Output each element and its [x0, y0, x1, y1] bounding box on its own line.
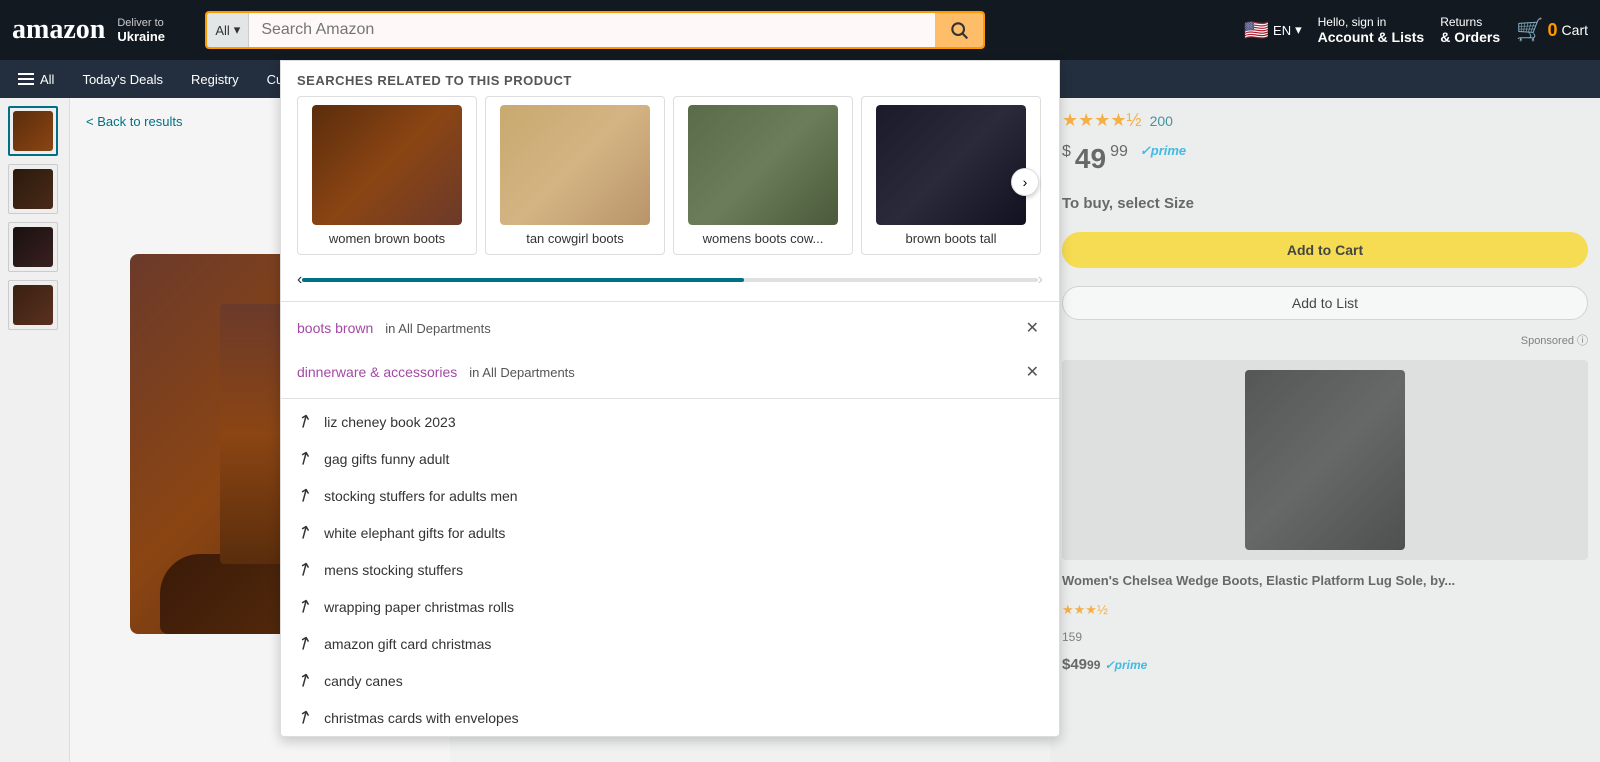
deliver-to[interactable]: Deliver to Ukraine	[117, 17, 197, 44]
trending-item-1[interactable]: ↗ liz cheney book 2023	[281, 403, 1059, 440]
trending-arrow-icon-7: ↗	[293, 631, 317, 657]
add-to-cart-button[interactable]: Add to Cart	[1062, 232, 1588, 268]
amazon-logo[interactable]: amazon	[12, 14, 105, 46]
trending-arrow-icon-1: ↗	[293, 409, 317, 435]
recent-search-dept-1: in All Departments	[385, 321, 491, 336]
trending-label-5: mens stocking stuffers	[324, 562, 463, 578]
related-label-2: tan cowgirl boots	[526, 231, 624, 246]
recent-search-label-1: boots brown	[297, 320, 373, 336]
trending-arrow-icon-8: ↗	[293, 668, 317, 694]
trending-label-1: liz cheney book 2023	[324, 414, 456, 430]
recent-search-left-1: boots brown in All Departments	[297, 320, 491, 336]
divider-2	[281, 398, 1059, 399]
recommended-product-title[interactable]: Women's Chelsea Wedge Boots, Elastic Pla…	[1062, 572, 1588, 590]
recent-search-dept-2: in All Departments	[469, 365, 575, 380]
search-input[interactable]	[249, 13, 935, 47]
navbar-registry[interactable]: Registry	[185, 68, 245, 91]
size-selection-prompt: To buy, select Size	[1062, 195, 1588, 212]
trending-label-8: candy canes	[324, 673, 403, 689]
recent-search-1[interactable]: boots brown in All Departments ✕	[281, 306, 1059, 350]
cart-link[interactable]: 🛒 0 Cart	[1516, 17, 1588, 43]
thumbnail-3[interactable]	[8, 222, 58, 272]
header: amazon Deliver to Ukraine All ▾ 🇺🇸 EN ▾ …	[0, 0, 1600, 60]
tan-boot-image	[500, 105, 650, 225]
trending-item-7[interactable]: ↗ amazon gift card christmas	[281, 625, 1059, 662]
trending-arrow-icon-9: ↗	[293, 705, 317, 731]
related-product-1[interactable]: women brown boots	[297, 96, 477, 255]
related-product-2[interactable]: tan cowgirl boots	[485, 96, 665, 255]
account-link[interactable]: Hello, sign in Account & Lists	[1318, 15, 1425, 45]
chelsea-boot-image	[1245, 370, 1405, 550]
scroll-right-button[interactable]: ›	[1011, 168, 1039, 196]
trending-item-8[interactable]: ↗ candy canes	[281, 662, 1059, 699]
trending-label-6: wrapping paper christmas rolls	[324, 599, 514, 615]
related-label-1: women brown boots	[329, 231, 445, 246]
progress-fill	[302, 278, 743, 282]
trending-item-2[interactable]: ↗ gag gifts funny adult	[281, 440, 1059, 477]
rating-row: ★★★★½ 200	[1062, 110, 1588, 131]
tall-boot-image	[876, 105, 1026, 225]
all-menu-button[interactable]: All	[12, 68, 60, 91]
trending-label-7: amazon gift card christmas	[324, 636, 491, 652]
recent-search-2[interactable]: dinnerware & accessories in All Departme…	[281, 350, 1059, 394]
product-thumbnails	[0, 98, 70, 762]
trending-item-3[interactable]: ↗ stocking stuffers for adults men	[281, 477, 1059, 514]
trending-label-3: stocking stuffers for adults men	[324, 488, 518, 504]
search-button[interactable]	[935, 13, 983, 47]
returns-orders-link[interactable]: Returns & Orders	[1440, 15, 1500, 45]
thumbnail-1[interactable]	[8, 106, 58, 156]
trending-arrow-icon-5: ↗	[293, 557, 317, 583]
brown-boot-image	[312, 105, 462, 225]
related-img-2	[500, 105, 650, 225]
related-label-3: womens boots cow...	[703, 231, 824, 246]
right-panel: ★★★★½ 200 $ 49 99 ✓prime To buy, select …	[1050, 98, 1600, 762]
search-dropdown: SEARCHES RELATED TO THIS PRODUCT women b…	[280, 60, 1060, 737]
scroll-progress-bar: ‹ ›	[281, 267, 1059, 297]
scroll-right-arrow[interactable]: ›	[1038, 271, 1043, 289]
add-to-list-button[interactable]: Add to List	[1062, 286, 1588, 320]
dropdown-header: SEARCHES RELATED TO THIS PRODUCT	[281, 61, 1059, 96]
related-img-4	[876, 105, 1026, 225]
rec-star-rating: ★★★½	[1062, 602, 1588, 618]
trending-label-9: christmas cards with envelopes	[324, 710, 519, 726]
related-label-4: brown boots tall	[905, 231, 996, 246]
navbar-today-deals[interactable]: Today's Deals	[76, 68, 169, 91]
trending-item-5[interactable]: ↗ mens stocking stuffers	[281, 551, 1059, 588]
search-category-select[interactable]: All ▾	[207, 13, 249, 47]
header-right: 🇺🇸 EN ▾ Hello, sign in Account & Lists R…	[1244, 15, 1588, 45]
search-bar: All ▾	[205, 11, 985, 49]
thumbnail-2[interactable]	[8, 164, 58, 214]
trending-arrow-icon-4: ↗	[293, 520, 317, 546]
progress-bar	[302, 278, 1037, 282]
trending-arrow-icon-2: ↗	[293, 446, 317, 472]
language-selector[interactable]: 🇺🇸 EN ▾	[1244, 18, 1302, 43]
trending-label-2: gag gifts funny adult	[324, 451, 449, 467]
related-img-1	[312, 105, 462, 225]
trending-item-9[interactable]: ↗ christmas cards with envelopes	[281, 699, 1059, 736]
review-count[interactable]: 200	[1150, 113, 1173, 129]
related-product-3[interactable]: womens boots cow...	[673, 96, 853, 255]
sponsored-label: Sponsored ⓘ	[1062, 332, 1588, 348]
related-img-3	[688, 105, 838, 225]
hamburger-icon	[18, 73, 34, 85]
trending-label-4: white elephant gifts for adults	[324, 525, 505, 541]
recent-search-left-2: dinnerware & accessories in All Departme…	[297, 364, 575, 380]
cowgirl-boot-image	[688, 105, 838, 225]
close-recent-1[interactable]: ✕	[1022, 314, 1043, 342]
trending-item-4[interactable]: ↗ white elephant gifts for adults	[281, 514, 1059, 551]
rec-review-count: 159	[1062, 630, 1588, 644]
divider-1	[281, 301, 1059, 302]
recommended-product-image[interactable]	[1062, 360, 1588, 560]
trending-arrow-icon-6: ↗	[293, 594, 317, 620]
trending-item-6[interactable]: ↗ wrapping paper christmas rolls	[281, 588, 1059, 625]
related-products-section: women brown boots tan cowgirl boots wome…	[281, 96, 1059, 267]
thumbnail-4[interactable]	[8, 280, 58, 330]
rec-price: $4999 ✓prime	[1062, 656, 1588, 673]
star-rating: ★★★★½	[1062, 110, 1142, 131]
close-recent-2[interactable]: ✕	[1022, 358, 1043, 386]
trending-arrow-icon-3: ↗	[293, 483, 317, 509]
recent-search-label-2: dinnerware & accessories	[297, 364, 457, 380]
related-products-list: women brown boots tan cowgirl boots wome…	[281, 96, 1059, 267]
price-row: $ 49 99 ✓prime	[1062, 143, 1588, 175]
